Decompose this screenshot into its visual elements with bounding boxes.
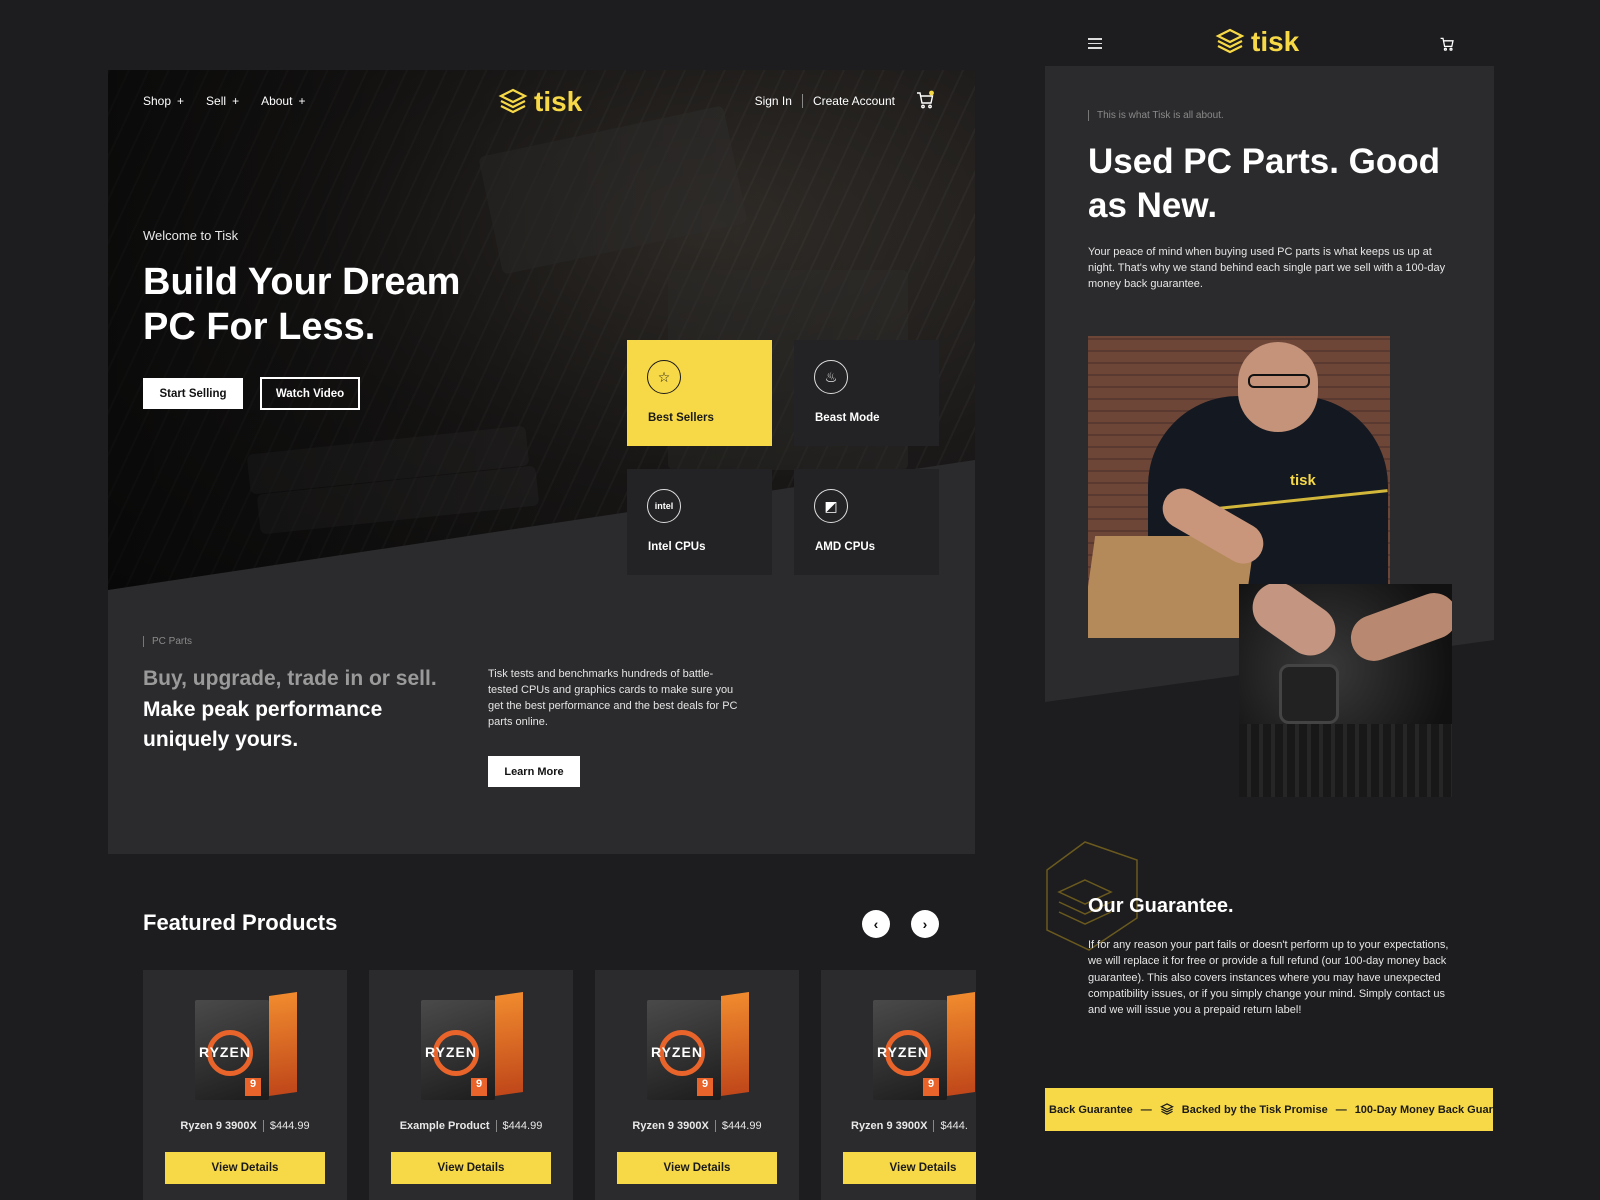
carousel-prev-button[interactable]: ‹: [862, 910, 890, 938]
cart-icon: [1440, 37, 1454, 51]
product-card[interactable]: RYZEN 9 Ryzen 9 3900X $444.99 View Details: [595, 970, 799, 1200]
logo[interactable]: tisk: [498, 86, 582, 118]
learn-more-button[interactable]: Learn More: [488, 756, 580, 787]
top-nav: Shop + Sell + About + tisk Sign In Create A…: [108, 84, 975, 120]
product-image: RYZEN 9: [195, 992, 297, 1102]
nav-divider: [801, 94, 803, 108]
desktop-page: Shop + Sell + About + tisk Sign In Create A…: [108, 70, 975, 854]
sign-in-link[interactable]: Sign In: [755, 94, 792, 108]
guarantee-title: Our Guarantee.: [1088, 895, 1234, 917]
cart-icon: [917, 90, 934, 109]
product-name-price: Ryzen 9 3900X $444.99: [180, 1120, 310, 1133]
carousel-next-button[interactable]: ›: [911, 910, 939, 938]
product-name-price: Example Product $444.99: [399, 1120, 543, 1133]
hamburger-menu-icon[interactable]: [1088, 38, 1102, 52]
category-intel-cpus[interactable]: intel Intel CPUs: [627, 469, 772, 575]
guarantee-text: If for any reason your part fails or doe…: [1088, 939, 1449, 1017]
mobile-cart-button[interactable]: [1439, 36, 1455, 57]
section-subtitle-grey: Buy, upgrade, trade in or sell.: [143, 667, 437, 690]
tisk-logo-icon: [1215, 28, 1245, 54]
mobile-section-tag: This is what Tisk is all about.: [1088, 110, 1224, 121]
product-image: RYZEN 9: [647, 992, 749, 1102]
product-card[interactable]: RYZEN 9 Ryzen 9 3900X $444. View Details: [821, 970, 976, 1200]
tisk-logo-icon: [498, 88, 528, 114]
guarantee-ticker: Back Guarantee — Backed by the Tisk Prom…: [1045, 1088, 1493, 1131]
product-name-price: Ryzen 9 3900X $444.: [851, 1120, 968, 1133]
product-image: RYZEN 9: [873, 992, 975, 1102]
category-best-sellers[interactable]: ☆ Best Sellers: [627, 340, 772, 446]
amd-icon: ◩: [814, 489, 848, 523]
section-description: Tisk tests and benchmarks hundreds of ba…: [488, 668, 738, 728]
tisk-logo-icon: [1159, 1103, 1174, 1115]
product-name-price: Ryzen 9 3900X $444.99: [632, 1120, 762, 1133]
star-icon: ☆: [647, 360, 681, 394]
product-image: RYZEN 9: [421, 992, 523, 1102]
featured-products-title: Featured Products: [143, 910, 338, 935]
category-beast-mode[interactable]: ♨ Beast Mode: [794, 340, 939, 446]
section-subtitle-white: Make peak performance uniquely yours.: [143, 698, 383, 751]
nav-shop[interactable]: Shop +: [143, 94, 184, 108]
photo-installing-cooler: [1239, 584, 1452, 797]
mobile-description: Your peace of mind when buying used PC p…: [1088, 246, 1446, 290]
welcome-text: Welcome to Tisk: [143, 228, 239, 243]
start-selling-button[interactable]: Start Selling: [143, 378, 243, 409]
cart-button[interactable]: [915, 90, 935, 113]
intel-icon: intel: [647, 489, 681, 523]
nav-sell[interactable]: Sell +: [206, 94, 239, 108]
mobile-logo[interactable]: tisk: [1215, 26, 1299, 58]
hero-title: Build Your Dream PC For Less.: [143, 261, 461, 348]
category-amd-cpus[interactable]: ◩ AMD CPUs: [794, 469, 939, 575]
product-card[interactable]: RYZEN 9 Example Product $444.99 View Detai…: [369, 970, 573, 1200]
flame-icon: ♨: [814, 360, 848, 394]
view-details-button[interactable]: View Details: [391, 1152, 551, 1184]
mobile-title: Used PC Parts. Good as New.: [1088, 142, 1441, 225]
section-tag-pc-parts: PC Parts: [143, 636, 192, 647]
product-carousel: RYZEN 9 Ryzen 9 3900X $444.99 View Details…: [143, 970, 976, 1200]
view-details-button[interactable]: View Details: [843, 1152, 976, 1184]
create-account-link[interactable]: Create Account: [813, 94, 895, 108]
product-card[interactable]: RYZEN 9 Ryzen 9 3900X $444.99 View Details: [143, 970, 347, 1200]
view-details-button[interactable]: View Details: [617, 1152, 777, 1184]
nav-about[interactable]: About +: [261, 94, 305, 108]
watch-video-button[interactable]: Watch Video: [260, 377, 360, 410]
view-details-button[interactable]: View Details: [165, 1152, 325, 1184]
